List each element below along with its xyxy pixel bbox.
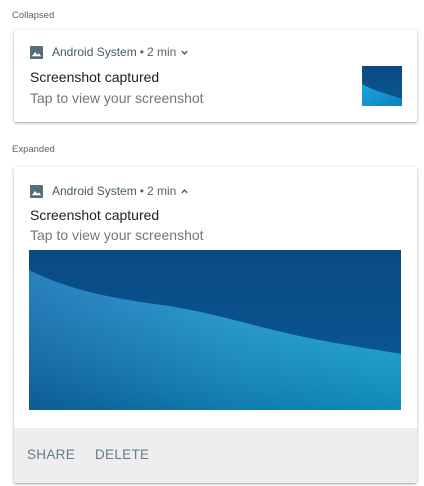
share-button[interactable]: SHARE — [27, 447, 75, 462]
separator-dot: • — [139, 45, 144, 59]
notification-title: Screenshot captured — [30, 207, 160, 223]
screenshot-thumbnail[interactable] — [362, 66, 402, 106]
expanded-section-label: Expanded — [12, 144, 55, 155]
app-name: Android — [52, 45, 94, 59]
notification-action-bar: SHARE DELETE — [14, 428, 417, 483]
image-icon — [30, 184, 43, 198]
collapsed-notification[interactable]: Android System • 2 min Screenshot captur… — [14, 30, 417, 122]
timestamp: 2 min — [146, 45, 177, 59]
chevron-down-icon[interactable] — [180, 48, 189, 57]
collapsed-section-label: Collapsed — [12, 10, 55, 21]
screenshot-preview-image[interactable] — [29, 250, 401, 410]
expanded-notification[interactable]: Android System • 2 min Screenshot captur… — [14, 167, 417, 483]
notification-title: Screenshot captured — [30, 69, 160, 85]
app-detail: System — [96, 45, 137, 59]
chevron-up-icon[interactable] — [180, 187, 189, 196]
delete-button[interactable]: DELETE — [95, 447, 149, 462]
notification-header: Android System • 2 min — [30, 45, 189, 59]
app-name: Android — [52, 184, 94, 198]
app-detail: System — [96, 184, 137, 198]
timestamp: 2 min — [146, 184, 177, 198]
notification-subtitle: Tap to view your screenshot — [30, 90, 204, 106]
notification-header: Android System • 2 min — [30, 184, 189, 198]
image-icon — [30, 45, 43, 59]
separator-dot: • — [139, 184, 144, 198]
notification-subtitle: Tap to view your screenshot — [30, 227, 204, 243]
